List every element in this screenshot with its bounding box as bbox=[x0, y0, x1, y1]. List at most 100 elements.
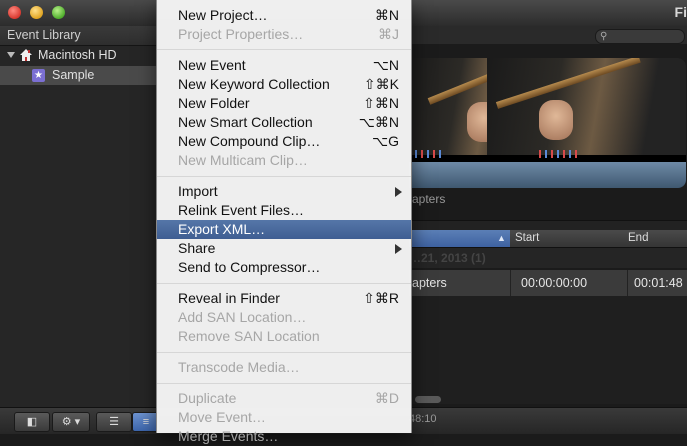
menu-item-import[interactable]: Import bbox=[157, 182, 411, 201]
menu-item-label: New Keyword Collection bbox=[178, 76, 330, 92]
menu-item-label: Duplicate bbox=[178, 390, 237, 406]
cell-start: 00:00:00:00 bbox=[521, 276, 588, 290]
menu-item-new-project[interactable]: New Project… ⌘N bbox=[157, 6, 411, 25]
menu-item-label: Reveal in Finder bbox=[178, 290, 280, 306]
sidebar-icon: ◧ bbox=[26, 416, 38, 428]
menu-separator bbox=[157, 352, 411, 353]
menu-item-shortcut: ⇧⌘K bbox=[363, 76, 399, 92]
search-input[interactable]: ⚲ bbox=[595, 29, 685, 44]
video-thumbnail bbox=[487, 58, 686, 155]
menu-item-send-to-compressor[interactable]: Send to Compressor… bbox=[157, 258, 411, 277]
menu-item-label: Move Event… bbox=[178, 409, 266, 425]
column-header-end[interactable]: End bbox=[628, 230, 648, 247]
menu-item-shortcut: ⌘N bbox=[374, 7, 399, 23]
gear-icon: ⚙ ▾ bbox=[61, 416, 81, 428]
menu-item-reveal-in-finder[interactable]: Reveal in Finder ⇧⌘R bbox=[157, 289, 411, 308]
menu-item-shortcut: ⌘D bbox=[374, 390, 399, 406]
thumbnail-detail bbox=[539, 100, 573, 140]
menu-item-label: Import bbox=[178, 183, 218, 199]
filmstrip-view-button[interactable]: ☰ bbox=[96, 412, 132, 432]
menu-item-label: Export XML… bbox=[178, 221, 266, 237]
cell-end: 00:01:48 bbox=[634, 276, 683, 290]
list-group-row[interactable]: …21, 2013 (1) bbox=[409, 248, 687, 268]
window-title: Fi bbox=[674, 4, 687, 20]
audio-waveform bbox=[409, 162, 686, 188]
menu-item-new-compound-clip[interactable]: New Compound Clip… ⌥G bbox=[157, 132, 411, 151]
marker bbox=[427, 150, 429, 158]
action-menu-button[interactable]: ⚙ ▾ bbox=[52, 412, 90, 432]
marker bbox=[415, 150, 417, 158]
submenu-arrow-icon bbox=[395, 244, 402, 254]
menu-item-label: New Project… bbox=[178, 7, 268, 23]
sidebar-item-macintosh-hd[interactable]: Macintosh HD bbox=[0, 46, 156, 65]
filmstrip-icon: ☰ bbox=[109, 416, 119, 428]
menu-item-project-properties: Project Properties… ⌘J bbox=[157, 25, 411, 44]
search-icon: ⚲ bbox=[600, 31, 608, 42]
menu-separator bbox=[157, 283, 411, 284]
sort-ascending-icon: ▲ bbox=[497, 233, 506, 243]
menu-item-new-folder[interactable]: New Folder ⇧⌘N bbox=[157, 94, 411, 113]
toggle-sidebar-button[interactable]: ◧ bbox=[14, 412, 50, 432]
star-icon: ★ bbox=[32, 69, 45, 82]
marker bbox=[421, 150, 423, 158]
table-row[interactable]: apters 00:00:00:00 00:01:48 bbox=[409, 270, 687, 296]
menu-item-export-xml[interactable]: Export XML… bbox=[157, 220, 411, 239]
menu-item-label: Project Properties… bbox=[178, 26, 304, 42]
disclosure-triangle-icon[interactable] bbox=[7, 52, 15, 58]
marker bbox=[569, 150, 571, 158]
group-label: …21, 2013 (1) bbox=[409, 251, 486, 265]
menu-item-label: Merge Events… bbox=[178, 428, 279, 444]
event-library-sidebar: Event Library Macintosh HD ★ Sample bbox=[0, 26, 157, 407]
keyword-markers bbox=[409, 150, 686, 162]
menu-item-label: New Smart Collection bbox=[178, 114, 313, 130]
menu-item-shortcut: ⌥N bbox=[372, 57, 399, 73]
list-column-headers: ▲ Start End bbox=[409, 230, 687, 248]
horizontal-scrollbar[interactable] bbox=[415, 396, 441, 403]
menu-item-label: New Multicam Clip… bbox=[178, 152, 308, 168]
menu-item-new-event[interactable]: New Event ⌥N bbox=[157, 56, 411, 75]
list-icon: ≡ bbox=[142, 416, 150, 428]
zoom-window-button[interactable] bbox=[52, 6, 65, 19]
menu-item-shortcut: ⌥G bbox=[371, 133, 399, 149]
marker bbox=[563, 150, 565, 158]
house-icon bbox=[20, 49, 32, 61]
submenu-arrow-icon bbox=[395, 187, 402, 197]
close-window-button[interactable] bbox=[8, 6, 21, 19]
menu-item-shortcut: ⌥⌘N bbox=[358, 114, 399, 130]
menu-item-label: New Folder bbox=[178, 95, 250, 111]
menu-item-shortcut: ⌘J bbox=[378, 26, 399, 42]
menu-item-label: New Compound Clip… bbox=[178, 133, 321, 149]
menu-separator bbox=[157, 176, 411, 177]
column-header-start[interactable]: Start bbox=[515, 230, 539, 247]
column-header-name[interactable]: ▲ bbox=[409, 230, 510, 247]
menu-item-transcode-media: Transcode Media… bbox=[157, 358, 411, 377]
cell-name: apters bbox=[412, 276, 447, 290]
clip-filmstrip[interactable] bbox=[409, 58, 686, 188]
sidebar-item-sample[interactable]: ★ Sample bbox=[0, 66, 156, 85]
menu-separator bbox=[157, 49, 411, 50]
menu-item-label: Remove SAN Location bbox=[178, 328, 320, 344]
menu-item-add-san-location: Add SAN Location… bbox=[157, 308, 411, 327]
menu-item-label: Send to Compressor… bbox=[178, 259, 321, 275]
menu-item-new-multicam-clip: New Multicam Clip… bbox=[157, 151, 411, 170]
menu-item-label: Relink Event Files… bbox=[178, 202, 305, 218]
menu-item-new-keyword-collection[interactable]: New Keyword Collection ⇧⌘K bbox=[157, 75, 411, 94]
sidebar-item-label: Sample bbox=[52, 68, 95, 82]
selection-duration: 48:10 bbox=[409, 413, 437, 425]
menu-item-relink-event-files[interactable]: Relink Event Files… bbox=[157, 201, 411, 220]
list-empty-area bbox=[409, 296, 687, 404]
event-library-header: Event Library bbox=[0, 26, 156, 46]
browser-toolbar: ⚲ bbox=[409, 26, 687, 44]
menu-item-shortcut: ⇧⌘N bbox=[363, 95, 399, 111]
menu-item-new-smart-collection[interactable]: New Smart Collection ⌥⌘N bbox=[157, 113, 411, 132]
menu-item-label: New Event bbox=[178, 57, 246, 73]
minimize-window-button[interactable] bbox=[30, 6, 43, 19]
column-divider bbox=[627, 270, 628, 296]
column-divider bbox=[510, 270, 511, 296]
menu-item-label: Transcode Media… bbox=[178, 359, 300, 375]
menu-item-label: Share bbox=[178, 240, 216, 256]
menu-item-merge-events: Merge Events… bbox=[157, 427, 411, 446]
marker bbox=[557, 150, 559, 158]
sidebar-item-label: Macintosh HD bbox=[38, 48, 117, 62]
menu-item-share[interactable]: Share bbox=[157, 239, 411, 258]
